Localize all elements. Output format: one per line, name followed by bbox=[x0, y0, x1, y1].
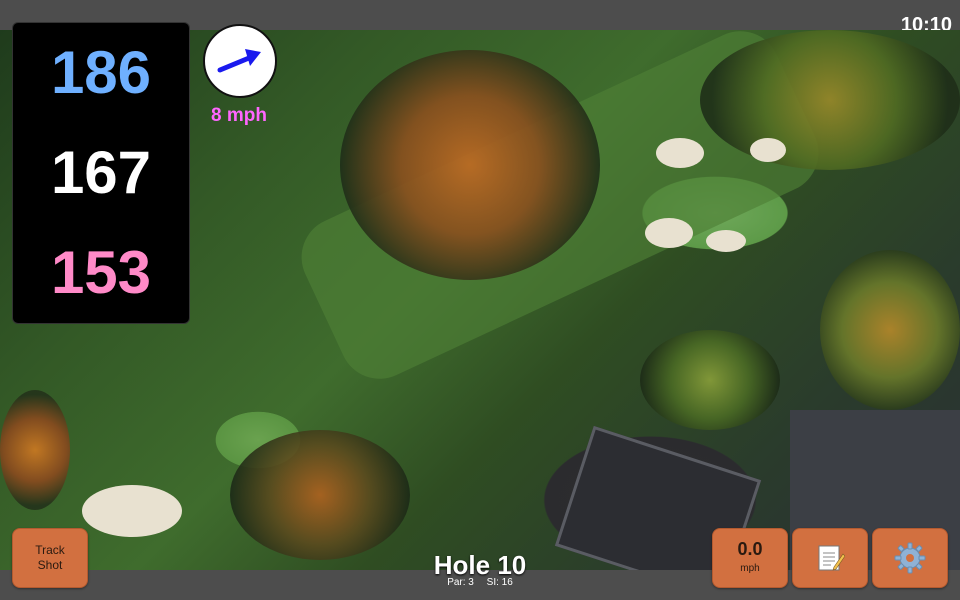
hole-stroke-index: SI: 16 bbox=[486, 577, 513, 588]
tree-cluster bbox=[700, 30, 960, 170]
tree-cluster bbox=[640, 330, 780, 430]
notepad-icon bbox=[818, 545, 845, 571]
tree-cluster bbox=[820, 250, 960, 410]
settings-button[interactable] bbox=[872, 528, 948, 588]
speed-button[interactable]: 0.0 mph bbox=[712, 528, 788, 588]
speed-value: 0.0 bbox=[737, 539, 763, 559]
wind-speed: 8 mph bbox=[211, 105, 267, 126]
notes-button[interactable] bbox=[792, 528, 868, 588]
bunker bbox=[656, 138, 704, 168]
tree-cluster bbox=[230, 430, 410, 560]
tree-cluster bbox=[340, 50, 600, 280]
hole-info: Par: 3 SI: 16 bbox=[400, 577, 560, 588]
tree-cluster bbox=[0, 390, 70, 510]
wind-direction-arrow-icon bbox=[217, 49, 261, 73]
bunker bbox=[645, 218, 693, 248]
center-yardage: 167 bbox=[50, 139, 152, 206]
speed-unit: mph bbox=[740, 563, 760, 574]
track-shot-button[interactable]: Track Shot bbox=[12, 528, 88, 588]
front-yardage: 153 bbox=[50, 239, 152, 306]
bunker bbox=[706, 230, 746, 252]
bunker bbox=[750, 138, 786, 162]
wind-indicator bbox=[203, 24, 277, 98]
gear-icon bbox=[894, 542, 926, 574]
hole-par: Par: 3 bbox=[447, 577, 474, 588]
bunker bbox=[82, 485, 182, 537]
track-shot-label-line2: Shot bbox=[37, 558, 63, 572]
track-shot-label-line1: Track bbox=[35, 543, 65, 557]
yardage-panel: 186 167 153 bbox=[12, 22, 190, 324]
back-yardage: 186 bbox=[50, 39, 152, 106]
